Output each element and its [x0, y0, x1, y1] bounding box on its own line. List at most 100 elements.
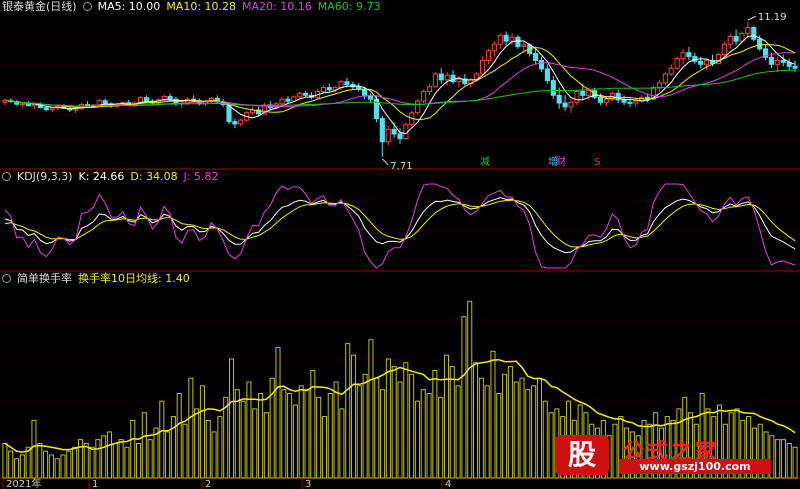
turnover-bar: [136, 442, 142, 479]
main-header: 银泰黄金(日线) MA5: 10.00 MA10: 10.28 MA20: 10.16…: [2, 0, 386, 14]
turnover-bar: [281, 389, 287, 479]
turnover-bar: [426, 393, 432, 479]
turnover-bar: [350, 354, 357, 479]
turnover-bar: [13, 458, 20, 479]
turnover-bar: [246, 381, 252, 479]
kdj-line-j: [4, 183, 796, 269]
candle: [597, 96, 604, 103]
turnover-bar: [345, 343, 351, 479]
candle: [143, 97, 150, 102]
turnover-bar: [275, 346, 281, 479]
candle: [167, 95, 173, 100]
candle: [745, 27, 751, 34]
candle: [780, 59, 786, 63]
candle: [603, 98, 609, 103]
turnover-bar: [240, 400, 246, 479]
turnover-bar: [217, 416, 223, 479]
candle: [662, 73, 668, 84]
candle: [362, 88, 368, 97]
candle: [491, 43, 497, 52]
event-marker: 财: [556, 155, 566, 168]
j-label: J: 5.82: [183, 170, 219, 183]
candle: [550, 80, 556, 96]
turnover-bar: [106, 431, 113, 479]
turnover-bar: [391, 366, 397, 479]
candle: [73, 108, 79, 111]
candle: [291, 96, 297, 102]
stock-title: 银泰黄金(日线): [2, 0, 77, 13]
turnover-header: 简单换手率 换手率10日均线: 1.40: [2, 272, 196, 286]
turnover-bar: [263, 412, 269, 479]
turnover-bar: [130, 419, 136, 479]
turnover-bar: [496, 393, 502, 479]
candle: [739, 32, 745, 42]
turnover-bar: [95, 439, 101, 479]
candle: [432, 73, 438, 88]
candle: [344, 81, 350, 85]
turnover-bar: [519, 377, 525, 479]
turnover-bar: [467, 300, 473, 479]
stock-chart[interactable]: 11.197.71 减增财 S2021年 1 2 3 4: [0, 0, 800, 489]
candle: [680, 52, 686, 60]
turnover-bar: [72, 446, 78, 479]
turnover-bar: [484, 385, 490, 479]
candle: [485, 50, 492, 61]
candle: [279, 98, 285, 105]
turnover-bar: [304, 389, 310, 479]
candle: [320, 87, 326, 92]
turnover-bar: [536, 377, 542, 479]
gear-icon[interactable]: [82, 2, 92, 11]
turnover-bar: [141, 412, 147, 479]
turnover-bar: [513, 381, 519, 479]
kdj-title: KDJ(9,3,3): [17, 170, 73, 183]
gear-icon[interactable]: [2, 172, 11, 181]
turnover-bar: [159, 400, 165, 479]
turnover-bar: [205, 419, 211, 479]
ma-line-ma5: [4, 34, 796, 135]
turnover-bar: [368, 339, 374, 479]
turnover-bar: [339, 408, 345, 479]
candle: [238, 119, 244, 125]
turnover-bar: [380, 389, 386, 479]
candle: [49, 107, 55, 111]
candle: [768, 56, 775, 65]
turnover-bar: [118, 439, 124, 479]
turnover-bar: [449, 366, 455, 479]
turnover-bar: [292, 404, 298, 479]
candle: [479, 59, 486, 75]
x-tick-label: 1: [92, 479, 98, 489]
turnover-bar: [316, 396, 322, 479]
candle: [544, 68, 550, 82]
candle: [326, 87, 332, 91]
candle: [438, 73, 444, 81]
ma20-label: MA20: 10.16: [242, 0, 312, 13]
turnover-bar: [287, 393, 293, 479]
gear-icon[interactable]: [2, 274, 11, 283]
turnover-bar: [19, 454, 25, 479]
turnover-bar: [112, 442, 118, 479]
candle: [515, 36, 521, 48]
candle: [792, 65, 798, 69]
kdj-line-k: [4, 197, 796, 254]
kdj-header: KDJ(9,3,3) K: 24.66 D: 34.08 J: 5.82: [2, 170, 225, 184]
turnover-bar: [54, 458, 60, 479]
watermark-url: www.gszj100.com: [619, 459, 771, 474]
candle: [338, 81, 344, 89]
candle: [733, 35, 739, 42]
candle: [727, 35, 733, 45]
candle: [586, 90, 592, 96]
turnover-bar: [101, 435, 107, 479]
candle: [562, 102, 568, 108]
ma-line-ma10: [4, 44, 796, 121]
candle: [303, 92, 309, 96]
turnover-bar: [525, 389, 531, 479]
candle: [25, 103, 32, 107]
candle: [674, 58, 680, 69]
turnover-bar: [147, 439, 153, 479]
candle: [521, 44, 527, 48]
turnover-bar: [188, 377, 194, 479]
turnover-bar: [8, 450, 14, 479]
turnover-bar: [89, 446, 95, 479]
turnover-bar: [397, 381, 403, 479]
turnover-bar: [176, 393, 182, 479]
